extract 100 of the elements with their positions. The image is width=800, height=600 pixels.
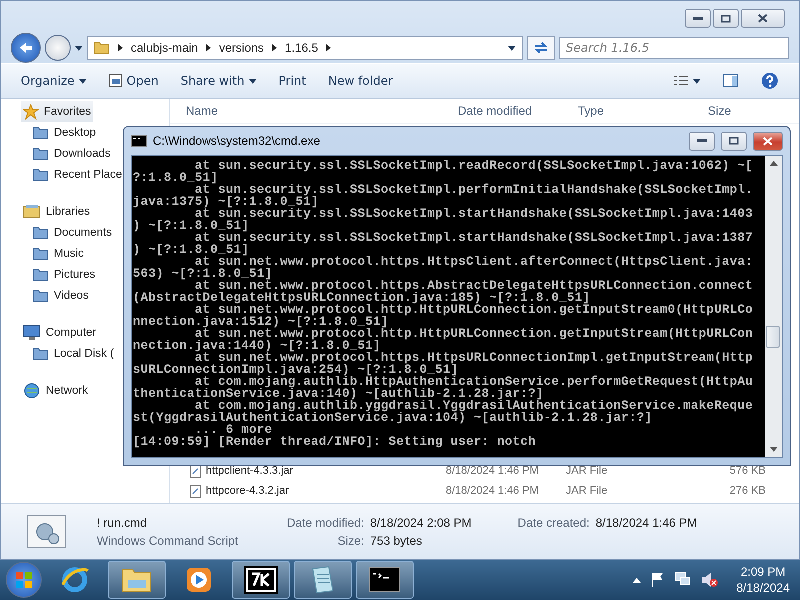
- console-line: at sun.security.ssl.SSLSocketImpl.startHandshake(SSLSocketImpl.java:1387: [195, 232, 754, 244]
- archive-icon: [244, 566, 278, 594]
- detail-value: 8/18/2024 2:08 PM: [370, 516, 472, 530]
- console-line: java:1375) ~[?:1.8.0_51]: [133, 196, 320, 208]
- sidebar-item[interactable]: Videos: [31, 285, 91, 306]
- type-cell-text: JAR File: [566, 485, 609, 497]
- chevron-icon: [326, 44, 332, 52]
- arrow-left-icon: [19, 42, 33, 54]
- console-line: at sun.net.www.protocol.http.HttpURLConnection.getInputStream0(HttpURLCo: [195, 304, 754, 316]
- console-line: ) ~[?:1.8.0_51]: [133, 244, 250, 256]
- sidebar-item[interactable]: Desktop: [31, 122, 98, 143]
- forward-button[interactable]: [45, 35, 71, 61]
- console-line: at sun.security.ssl.SSLSocketImpl.performInitialHandshake(SSLSocketImpl.: [195, 184, 754, 196]
- close-icon: [758, 14, 768, 23]
- close-button[interactable]: [753, 132, 783, 150]
- scrollbar-thumb[interactable]: [766, 326, 780, 348]
- sidebar-item[interactable]: Music: [31, 243, 86, 264]
- console-line: at sun.net.www.protocol.https.AbstractDelegateHttpsURLConnection.connect: [195, 280, 754, 292]
- console-line: 563) ~[?:1.8.0_51]: [133, 268, 273, 280]
- caret-up-icon: [632, 578, 641, 582]
- sidebar-item[interactable]: Libraries: [21, 201, 92, 222]
- refresh-button[interactable]: [527, 36, 555, 60]
- folder-icon: [33, 246, 49, 260]
- taskbar-button[interactable]: [356, 561, 414, 599]
- sidebar-item[interactable]: Computer: [21, 322, 98, 343]
- file-type: Windows Command Script: [97, 534, 240, 548]
- chevron-icon: [118, 44, 123, 52]
- column-header[interactable]: Size: [708, 104, 798, 118]
- globe-icon: [60, 565, 90, 595]
- breadcrumb[interactable]: versions: [219, 41, 264, 55]
- toolbar-button[interactable]: New folder: [322, 70, 400, 92]
- toolbar-button[interactable]: Share with: [174, 70, 263, 92]
- caret-icon: [248, 78, 257, 84]
- window-icon: [108, 74, 123, 88]
- breadcrumb[interactable]: 1.16.5: [285, 41, 318, 55]
- file-icon: [190, 484, 201, 498]
- globe-icon: [23, 382, 41, 398]
- network-icon: [674, 572, 691, 588]
- search-field[interactable]: Search 1.16.5: [559, 37, 789, 59]
- maximize-button[interactable]: [721, 132, 747, 150]
- chevron-icon: [272, 44, 278, 52]
- folder-icon: [94, 41, 110, 55]
- toolbar-button[interactable]: Print: [272, 70, 312, 92]
- maximize-icon: [721, 14, 731, 22]
- sidebar-item[interactable]: Recent Place: [31, 164, 124, 185]
- toolbar-button[interactable]: Open: [102, 70, 165, 92]
- console-line: nection.java:1440) ~[?:1.8.0_51]: [133, 340, 382, 352]
- console-line: at com.mojang.authlib.HttpAuthenticationService.performGetRequest(HttpAu: [195, 376, 754, 388]
- start-button[interactable]: [6, 562, 42, 598]
- terminal-icon: [131, 135, 147, 147]
- play-icon: [185, 566, 213, 594]
- size-cell-text: 576 KB: [728, 465, 766, 477]
- detail-value: 753 bytes: [370, 534, 424, 548]
- caret-icon: [693, 78, 701, 84]
- help-icon: [761, 72, 779, 90]
- console-line: at sun.security.ssl.SSLSocketImpl.readRecord(SSLSocketImpl.java:1062) ~[: [195, 160, 754, 172]
- breadcrumb[interactable]: calubjs-main: [131, 41, 198, 55]
- console-line: at sun.net.www.protocol.https.HttpsClient.afterConnect(HttpsClient.java:: [195, 256, 754, 268]
- type-cell-text: JAR File: [566, 465, 609, 477]
- column-header[interactable]: Date modified: [458, 104, 578, 118]
- column-header[interactable]: Name: [186, 104, 458, 118]
- minimize-icon: [697, 139, 707, 143]
- detail-label: Size:: [336, 534, 364, 548]
- console-line: at sun.net.www.protocol.http.HttpURLConnection.getInputStream(HttpURLCon: [195, 328, 754, 340]
- toolbar-button[interactable]: Organize: [15, 70, 93, 92]
- minimize-button[interactable]: [685, 9, 711, 28]
- detail-value: 8/18/2024 1:46 PM: [596, 516, 698, 530]
- file-name[interactable]: httpcore-4.3.2.jar: [206, 485, 446, 497]
- sidebar-item[interactable]: Network: [21, 380, 90, 401]
- console-line: at com.mojang.authlib.yggdrasil.YggdrasilAuthenticationService.makeReque: [195, 400, 754, 412]
- folder-icon: [33, 288, 49, 302]
- window-title: C:\Windows\system32\cmd.exe: [153, 134, 322, 148]
- sidebar-item[interactable]: Documents: [31, 222, 114, 243]
- taskbar-button[interactable]: [232, 561, 290, 599]
- chevron-icon: [206, 44, 212, 52]
- clock-date[interactable]: 8/18/2024: [736, 580, 790, 596]
- sidebar-item[interactable]: Pictures: [31, 264, 98, 285]
- folder-icon: [33, 146, 49, 160]
- sidebar-item[interactable]: Favorites: [21, 101, 94, 122]
- minimize-button[interactable]: [689, 132, 715, 150]
- address-bar[interactable]: calubjs-main versions 1.16.5: [87, 36, 523, 60]
- column-header[interactable]: Type: [578, 104, 708, 118]
- back-button[interactable]: [11, 33, 41, 63]
- scrollbar[interactable]: [765, 156, 782, 457]
- computer-icon: [23, 324, 41, 340]
- folder-icon: [33, 168, 49, 182]
- console-line: ?:1.8.0_51]: [133, 172, 219, 184]
- file-name: ! run.cmd: [97, 516, 148, 530]
- minimize-icon: [693, 16, 703, 20]
- console-line: ) ~[?:1.8.0_51]: [133, 220, 250, 232]
- sidebar-item[interactable]: Downloads: [31, 143, 113, 164]
- caret-icon: [75, 46, 83, 50]
- file-name[interactable]: httpclient-4.3.3.jar: [206, 465, 446, 477]
- list-icon: [673, 75, 689, 87]
- console-line: ... 6 more: [195, 424, 273, 436]
- maximize-button[interactable]: [713, 9, 739, 28]
- sidebar-item[interactable]: Local Disk (: [31, 343, 116, 364]
- close-button[interactable]: [741, 9, 785, 28]
- clock-time[interactable]: 2:09 PM: [740, 564, 786, 580]
- caret-icon: [508, 46, 516, 50]
